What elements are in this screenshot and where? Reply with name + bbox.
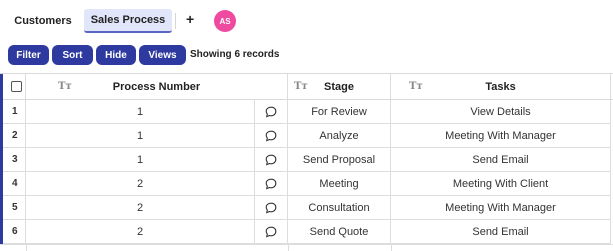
comment-cell[interactable] — [255, 148, 288, 172]
select-all-checkbox[interactable] — [11, 81, 22, 92]
cell-tasks[interactable]: Meeting With Manager — [391, 124, 611, 148]
cell-process-number[interactable]: 2 — [26, 172, 255, 196]
comment-icon — [265, 106, 277, 118]
tab-sales-process[interactable]: Sales Process — [84, 9, 172, 33]
comment-icon — [265, 154, 277, 166]
row-number: 2 — [3, 124, 26, 148]
cell-tasks[interactable]: Send Email — [391, 148, 611, 172]
tab-customers[interactable]: Customers — [8, 9, 78, 33]
text-type-icon: Tт — [409, 81, 423, 92]
column-header-tasks[interactable]: Tт Tasks — [391, 74, 611, 99]
grid-footer-edge — [0, 244, 613, 251]
cell-stage[interactable]: Send Proposal — [288, 148, 391, 172]
tab-divider — [175, 13, 176, 29]
table-row[interactable]: 4 2 Meeting Meeting With Client — [0, 172, 613, 196]
cell-stage[interactable]: Consultation — [288, 196, 391, 220]
table-header: Tт Process Number Tт Stage Tт Tasks — [0, 73, 613, 101]
column-label: Stage — [324, 80, 354, 93]
comment-cell[interactable] — [255, 196, 288, 220]
cell-stage[interactable]: Meeting — [288, 172, 391, 196]
comment-cell[interactable] — [255, 220, 288, 244]
cell-tasks[interactable]: Send Email — [391, 220, 611, 244]
comment-icon — [265, 178, 277, 190]
cell-stage[interactable]: For Review — [288, 100, 391, 124]
cell-process-number[interactable]: 1 — [26, 124, 255, 148]
cell-process-number[interactable]: 1 — [26, 100, 255, 124]
hide-button[interactable]: Hide — [96, 45, 136, 65]
row-number: 1 — [3, 100, 26, 124]
comment-cell[interactable] — [255, 124, 288, 148]
cell-process-number[interactable]: 1 — [26, 148, 255, 172]
table-row[interactable]: 5 2 Consultation Meeting With Manager — [0, 196, 613, 220]
column-header-process-number[interactable]: Tт Process Number — [26, 74, 288, 99]
table-row[interactable]: 6 2 Send Quote Send Email — [0, 220, 613, 244]
add-tab-button[interactable]: + — [186, 11, 194, 27]
cell-tasks[interactable]: Meeting With Client — [391, 172, 611, 196]
comment-icon — [265, 130, 277, 142]
top-tab-bar: Customers Sales Process + AS — [0, 0, 613, 40]
cell-stage[interactable]: Analyze — [288, 124, 391, 148]
views-button[interactable]: Views — [139, 45, 186, 65]
comment-cell[interactable] — [255, 100, 288, 124]
comment-icon — [265, 202, 277, 214]
row-number: 4 — [3, 172, 26, 196]
row-number: 6 — [3, 220, 26, 244]
text-type-icon: Tт — [58, 81, 72, 92]
table-row[interactable]: 1 1 For Review View Details — [0, 100, 613, 124]
column-label: Tasks — [485, 80, 516, 93]
select-all-cell — [3, 74, 26, 99]
filter-button[interactable]: Filter — [8, 45, 49, 65]
comment-cell[interactable] — [255, 172, 288, 196]
cell-tasks[interactable]: Meeting With Manager — [391, 196, 611, 220]
sort-button[interactable]: Sort — [52, 45, 93, 65]
text-type-icon: Tт — [294, 81, 308, 92]
cell-process-number[interactable]: 2 — [26, 220, 255, 244]
cell-tasks[interactable]: View Details — [391, 100, 611, 124]
row-number: 3 — [3, 148, 26, 172]
table-row[interactable]: 2 1 Analyze Meeting With Manager — [0, 124, 613, 148]
column-label: Process Number — [112, 80, 201, 93]
column-header-stage[interactable]: Tт Stage — [288, 74, 391, 99]
record-count: Showing 6 records — [190, 49, 280, 60]
cell-stage[interactable]: Send Quote — [288, 220, 391, 244]
table-row[interactable]: 3 1 Send Proposal Send Email — [0, 148, 613, 172]
row-number: 5 — [3, 196, 26, 220]
comment-icon — [265, 226, 277, 238]
cell-process-number[interactable]: 2 — [26, 196, 255, 220]
avatar[interactable]: AS — [214, 10, 236, 32]
